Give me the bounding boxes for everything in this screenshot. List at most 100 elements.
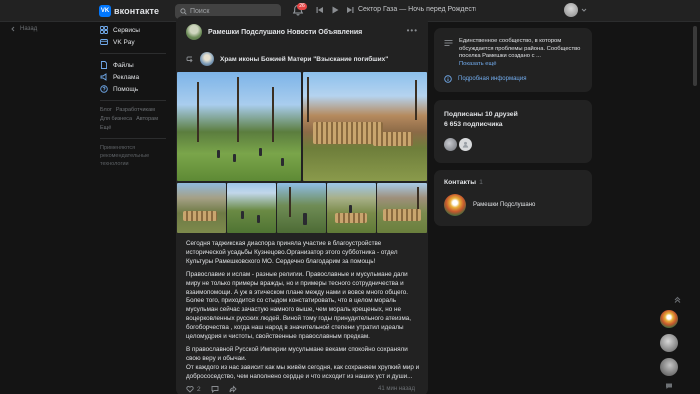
like-count: 2: [197, 385, 201, 393]
description-text: Единственное сообщество, в котором обсуж…: [459, 38, 581, 59]
post-photo[interactable]: [227, 183, 276, 233]
wall-post: Рамешки Подслушано Новости Объявления ••…: [176, 16, 428, 394]
next-track-icon[interactable]: [346, 6, 354, 14]
group-info-card: Единственное сообщество, в котором обсуж…: [434, 28, 592, 92]
search-input[interactable]: [190, 8, 280, 15]
post-photo[interactable]: [177, 72, 301, 181]
repost-header: Храм иконы Божией Матери "Взыскание поги…: [186, 52, 388, 66]
contacts-count: 1: [479, 179, 483, 186]
friend-avatar[interactable]: [444, 138, 457, 151]
details-link[interactable]: Подробная информация: [444, 75, 526, 83]
footer-link-developers[interactable]: Разработчикам: [116, 107, 155, 113]
vk-logo[interactable]: VK вконтакте: [99, 5, 159, 17]
files-icon: [101, 61, 107, 69]
now-playing-track[interactable]: Сектор Газа — Ночь перед Рождеств...: [358, 6, 476, 13]
collapse-icon[interactable]: [674, 296, 681, 303]
subscribers-count: 6 653 подписчика: [444, 121, 503, 128]
post-actions: 2: [186, 385, 237, 393]
help-icon: [100, 85, 108, 93]
nav-item-help[interactable]: Помощь: [100, 83, 170, 95]
user-placeholder-icon: [462, 141, 469, 148]
subscribers-card[interactable]: Подписаны 10 друзей 6 653 подписчика: [434, 100, 592, 163]
show-more-link[interactable]: Показать ещё: [459, 61, 496, 67]
heart-icon: [186, 386, 194, 393]
nav-divider: [100, 53, 166, 54]
post-time[interactable]: 41 мин назад: [378, 386, 415, 392]
chevron-down-icon: [581, 8, 587, 12]
footer-link-business[interactable]: Для бизнеса: [100, 116, 132, 122]
services-icon: [100, 26, 108, 34]
user-avatar: [564, 3, 578, 17]
chat-avatar[interactable]: [660, 334, 678, 352]
post-paragraph: Сегодня таджикская диаспора приняла учас…: [186, 240, 398, 265]
subscribers-summary: Подписаны 10 друзей 6 653 подписчика: [444, 110, 518, 130]
post-photo[interactable]: [327, 183, 376, 233]
profile-menu[interactable]: [564, 3, 587, 17]
like-button[interactable]: 2: [186, 385, 201, 393]
comment-icon: [211, 386, 219, 393]
contacts-title: Контакты: [444, 179, 477, 186]
subscriber-avatars: [444, 138, 472, 151]
share-button[interactable]: [229, 385, 237, 393]
back-link[interactable]: Назад: [10, 26, 37, 32]
contacts-card: Контакты 1 Рамешки Подслушано: [434, 170, 592, 226]
nav-divider: [100, 138, 166, 139]
share-icon: [229, 385, 237, 393]
more-options-icon[interactable]: •••: [407, 26, 418, 35]
friend-avatar[interactable]: [459, 138, 472, 151]
chat-avatar[interactable]: [660, 358, 678, 376]
group-name[interactable]: Рамешки Подслушано Новости Объявления: [208, 29, 362, 36]
nav-label-files: Файлы: [113, 61, 134, 69]
contacts-header[interactable]: Контакты 1: [444, 179, 483, 186]
repost-arrow-icon: [186, 56, 193, 63]
chat-avatar[interactable]: [660, 310, 678, 328]
ads-icon: [100, 73, 107, 81]
footer-links: Блог Разработчикам Для бизнеса Авторам Ещё: [100, 106, 170, 133]
post-photo[interactable]: [377, 183, 427, 233]
post-photo[interactable]: [277, 183, 326, 233]
vkpay-icon: [100, 39, 108, 45]
post-paragraph: Православие и ислам - разные религии. Пр…: [186, 270, 412, 341]
play-icon[interactable]: [331, 6, 339, 14]
repost-source-name[interactable]: Храм иконы Божией Матери "Взыскание поги…: [220, 56, 388, 63]
messages-icon[interactable]: [665, 382, 673, 390]
search-icon: [180, 8, 187, 15]
audio-player-controls: [316, 6, 354, 14]
repost-source-avatar[interactable]: [200, 52, 214, 66]
post-header: Рамешки Подслушано Новости Объявления: [186, 24, 362, 40]
post-text: Сегодня таджикская диаспора приняла учас…: [186, 240, 422, 386]
previous-track-icon[interactable]: [316, 6, 324, 14]
nav-label-services: Сервисы: [113, 26, 140, 34]
group-description-text: Единственное сообщество, в котором обсуж…: [459, 38, 586, 68]
nav-item-files[interactable]: Файлы: [100, 59, 170, 71]
vk-logo-text: вконтакте: [114, 6, 160, 16]
arrow-left-icon: [11, 26, 15, 32]
comment-button[interactable]: [211, 385, 219, 393]
details-link-label: Подробная информация: [458, 76, 527, 82]
nav-divider: [100, 100, 166, 101]
nav-label-vkpay: VK Pay: [113, 38, 135, 46]
footer-link-more[interactable]: Ещё: [100, 125, 111, 131]
back-label: Назад: [20, 26, 38, 32]
vk-logo-mark: VK: [99, 5, 111, 17]
contact-name: Рамешки Подслушано: [473, 202, 536, 208]
post-paragraph: От каждого из нас зависит как мы живём с…: [186, 363, 420, 380]
group-description: Единственное сообщество, в котором обсуж…: [444, 38, 586, 68]
footer-link-blog[interactable]: Блог: [100, 107, 112, 113]
group-avatar[interactable]: [186, 24, 202, 40]
scrollbar[interactable]: [693, 26, 697, 86]
nav-item-ads[interactable]: Реклама: [100, 71, 170, 83]
nav-item-services[interactable]: Сервисы: [100, 24, 170, 36]
info-icon: [444, 75, 452, 83]
post-photo[interactable]: [303, 72, 427, 181]
footer-link-authors[interactable]: Авторам: [136, 116, 158, 122]
contact-item[interactable]: Рамешки Подслушано: [444, 194, 535, 216]
post-photo[interactable]: [177, 183, 226, 233]
recommendation-note[interactable]: Применяются рекомендательные технологии: [100, 144, 170, 168]
left-navigation: Сервисы VK Pay Файлы Реклама Помощь Блог…: [100, 24, 170, 168]
notification-badge: 26: [297, 3, 307, 10]
friends-subscribed: Подписаны 10 друзей: [444, 111, 518, 118]
post-paragraph: В православной Русской Империи мусульман…: [186, 345, 408, 362]
nav-item-vkpay[interactable]: VK Pay: [100, 36, 170, 48]
nav-label-help: Помощь: [113, 85, 139, 93]
